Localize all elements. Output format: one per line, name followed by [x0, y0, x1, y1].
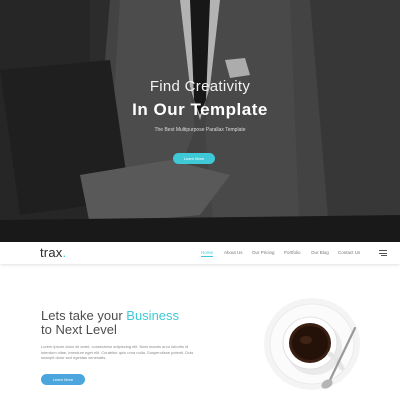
hero-title-line2: In Our Template [132, 100, 268, 119]
nav-item-our-pricing[interactable]: Our Pricing [252, 250, 275, 255]
nav-item-our-blog[interactable]: Our Blog [311, 250, 329, 255]
section-headline: Lets take your Business to Next Level [41, 309, 179, 337]
headline-accent: Business [126, 308, 180, 323]
logo-text: trax [40, 245, 63, 260]
nav-item-contact-us[interactable]: Contact Us [338, 250, 360, 255]
logo[interactable]: trax. [40, 245, 66, 260]
hero-subtitle: The Best Multipurpose Parallax Template [154, 127, 246, 133]
section-learn-more-button[interactable]: Learn More [41, 374, 85, 385]
hero-title-line1: Find Creativity [149, 78, 251, 95]
hero-content: Find Creativity In Our Template The Best… [0, 0, 400, 242]
nav-item-about-us[interactable]: About Us [224, 250, 243, 255]
nav-item-home[interactable]: Home [201, 250, 213, 255]
section-body-text: Lorem ipsum dolor sit amet, consectetur … [41, 344, 194, 361]
nav-active-underline [201, 256, 213, 257]
logo-dot: . [62, 245, 67, 260]
headline-part1: Lets take your [41, 308, 127, 323]
nav-item-portfolio[interactable]: Portfolio [284, 250, 301, 255]
headline-line2: to Next Level [41, 322, 117, 337]
navbar: trax. Home About Us Our Pricing Portfoli… [0, 242, 400, 264]
hero-section: Find Creativity In Our Template The Best… [0, 0, 400, 242]
hamburger-menu-icon[interactable] [379, 250, 387, 258]
coffee-cup-icon [264, 298, 360, 390]
coffee-cup-image [240, 288, 370, 400]
hero-learn-more-button[interactable]: Learn More [173, 153, 215, 164]
